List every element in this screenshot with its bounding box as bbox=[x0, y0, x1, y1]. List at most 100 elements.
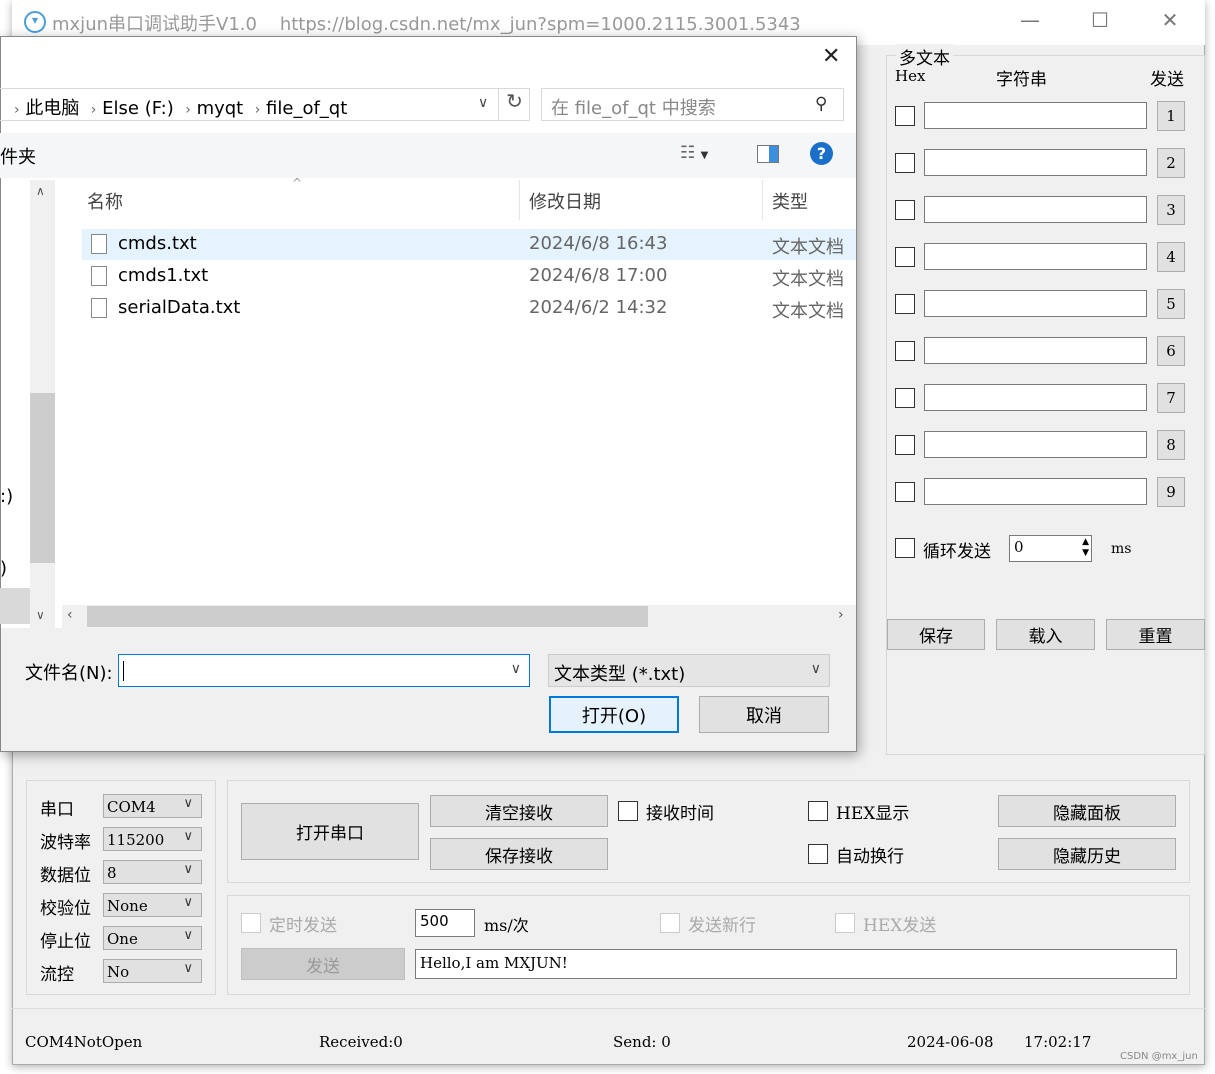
row-send-button[interactable]: 3 bbox=[1157, 195, 1185, 225]
preview-pane-icon[interactable] bbox=[757, 145, 779, 163]
sort-ascending-icon: ^ bbox=[292, 176, 303, 190]
search-icon[interactable]: ⚲ bbox=[815, 94, 827, 114]
row-hex-checkbox[interactable] bbox=[895, 341, 915, 361]
nav-selected-item[interactable] bbox=[0, 588, 30, 624]
send-text-input[interactable]: Hello,I am MXJUN! bbox=[415, 949, 1177, 979]
row-hex-checkbox[interactable] bbox=[895, 435, 915, 455]
row-hex-checkbox[interactable] bbox=[895, 200, 915, 220]
row-string-input[interactable] bbox=[924, 384, 1147, 411]
file-type: 文本文档 bbox=[772, 269, 844, 290]
row-send-button[interactable]: 7 bbox=[1157, 383, 1185, 413]
save-button[interactable]: 保存 bbox=[887, 619, 985, 650]
serial-combo[interactable]: 115200 ∨ bbox=[103, 827, 202, 851]
nav-item[interactable]: :) bbox=[0, 486, 13, 507]
row-string-input[interactable] bbox=[924, 290, 1147, 317]
column-date[interactable]: 修改日期 bbox=[529, 188, 601, 214]
nav-scrollbar-thumb[interactable] bbox=[30, 393, 55, 563]
auto-wrap-checkbox[interactable] bbox=[808, 844, 828, 864]
timed-send-checkbox[interactable] bbox=[241, 913, 261, 933]
serial-label: 串口 bbox=[40, 800, 74, 820]
hex-send-checkbox[interactable] bbox=[835, 913, 855, 933]
new-folder-button[interactable]: 件夹 bbox=[0, 143, 36, 169]
hex-display-checkbox[interactable] bbox=[808, 801, 828, 821]
row-send-button[interactable]: 4 bbox=[1157, 242, 1185, 272]
serial-combo[interactable]: None ∨ bbox=[103, 893, 202, 917]
scroll-right-icon[interactable]: › bbox=[838, 607, 844, 623]
save-receive-button[interactable]: 保存接收 bbox=[430, 838, 608, 870]
row-string-input[interactable] bbox=[924, 478, 1147, 505]
dialog-close-button[interactable]: ✕ bbox=[822, 44, 840, 69]
send-count: Send: 0 bbox=[613, 1033, 671, 1051]
row-string-input[interactable] bbox=[924, 243, 1147, 270]
serial-combo[interactable]: COM4 ∨ bbox=[103, 794, 202, 818]
row-send-button[interactable]: 2 bbox=[1157, 148, 1185, 178]
row-send-button[interactable]: 9 bbox=[1157, 477, 1185, 507]
send-newline-checkbox[interactable] bbox=[660, 913, 680, 933]
row-send-button[interactable]: 1 bbox=[1157, 101, 1185, 131]
row-string-input[interactable] bbox=[924, 102, 1147, 129]
file-row[interactable]: serialData.txt 2024/6/2 14:32 文本文档 bbox=[82, 293, 856, 324]
minimize-button[interactable]: — bbox=[1010, 8, 1050, 32]
row-hex-checkbox[interactable] bbox=[895, 388, 915, 408]
serial-label: 流控 bbox=[40, 965, 74, 985]
file-date: 2024/6/8 17:00 bbox=[529, 265, 668, 286]
breadcrumb-item[interactable]: file_of_qt bbox=[266, 98, 347, 119]
horizontal-scrollbar-thumb[interactable] bbox=[87, 606, 648, 627]
chevron-down-icon[interactable]: ∨ bbox=[478, 95, 488, 111]
open-port-button[interactable]: 打开串口 bbox=[241, 803, 419, 860]
breadcrumb-item[interactable]: Else (F:) bbox=[102, 98, 174, 119]
hide-panel-button[interactable]: 隐藏面板 bbox=[998, 795, 1176, 827]
view-options-icon[interactable]: ☷ ▼ bbox=[680, 143, 708, 163]
scroll-down-icon[interactable]: ∨ bbox=[36, 608, 45, 622]
window-title: mxjun串口调试助手V1.0 https://blog.csdn.net/mx… bbox=[52, 14, 801, 35]
loop-send-checkbox[interactable] bbox=[895, 538, 915, 558]
file-type: 文本文档 bbox=[772, 237, 844, 258]
timed-send-label: 定时发送 bbox=[269, 916, 337, 936]
serial-combo[interactable]: 8 ∨ bbox=[103, 860, 202, 884]
row-hex-checkbox[interactable] bbox=[895, 294, 915, 314]
column-name[interactable]: 名称 bbox=[87, 188, 123, 214]
receive-time-checkbox[interactable] bbox=[618, 801, 638, 821]
scroll-up-icon[interactable]: ∧ bbox=[36, 184, 45, 198]
row-send-button[interactable]: 6 bbox=[1157, 336, 1185, 366]
reset-button[interactable]: 重置 bbox=[1106, 619, 1205, 650]
received-count: Received:0 bbox=[319, 1033, 403, 1051]
row-hex-checkbox[interactable] bbox=[895, 106, 915, 126]
breadcrumb-item[interactable]: 此电脑 bbox=[25, 98, 79, 119]
open-button[interactable]: 打开(O) bbox=[549, 696, 679, 733]
help-icon[interactable]: ? bbox=[810, 142, 833, 165]
hide-history-button[interactable]: 隐藏历史 bbox=[998, 838, 1176, 870]
row-string-input[interactable] bbox=[924, 196, 1147, 223]
serial-label: 校验位 bbox=[40, 899, 91, 919]
interval-input[interactable]: 500 bbox=[415, 909, 475, 937]
serial-combo[interactable]: One ∨ bbox=[103, 926, 202, 950]
clear-receive-button[interactable]: 清空接收 bbox=[430, 795, 608, 827]
row-string-input[interactable] bbox=[924, 149, 1147, 176]
file-type-select[interactable]: 文本类型 (*.txt) ∨ bbox=[548, 654, 830, 687]
breadcrumb-item[interactable]: myqt bbox=[197, 98, 244, 119]
column-type[interactable]: 类型 bbox=[772, 188, 808, 214]
row-string-input[interactable] bbox=[924, 337, 1147, 364]
receive-time-label: 接收时间 bbox=[646, 804, 714, 824]
row-hex-checkbox[interactable] bbox=[895, 247, 915, 267]
nav-item[interactable]: ) bbox=[0, 558, 7, 579]
scroll-left-icon[interactable]: ‹ bbox=[67, 607, 73, 623]
loop-interval-spinbox[interactable]: 0 ▲ ▼ bbox=[1009, 535, 1092, 562]
close-button[interactable]: ✕ bbox=[1150, 8, 1190, 32]
cancel-button[interactable]: 取消 bbox=[699, 696, 829, 733]
load-button[interactable]: 载入 bbox=[996, 619, 1095, 650]
file-row[interactable]: cmds1.txt 2024/6/8 17:00 文本文档 bbox=[82, 261, 856, 292]
send-button[interactable]: 发送 bbox=[241, 948, 405, 980]
maximize-button[interactable]: ☐ bbox=[1080, 8, 1120, 32]
row-hex-checkbox[interactable] bbox=[895, 482, 915, 502]
column-divider[interactable] bbox=[762, 180, 763, 220]
row-send-button[interactable]: 5 bbox=[1157, 289, 1185, 319]
refresh-icon[interactable]: ↻ bbox=[498, 89, 530, 120]
serial-combo[interactable]: No ∨ bbox=[103, 959, 202, 983]
filename-input[interactable]: ∨ bbox=[118, 654, 530, 687]
column-divider[interactable] bbox=[519, 180, 520, 220]
row-hex-checkbox[interactable] bbox=[895, 153, 915, 173]
file-row[interactable]: cmds.txt 2024/6/8 16:43 文本文档 bbox=[82, 229, 856, 260]
row-send-button[interactable]: 8 bbox=[1157, 430, 1185, 460]
row-string-input[interactable] bbox=[924, 431, 1147, 458]
